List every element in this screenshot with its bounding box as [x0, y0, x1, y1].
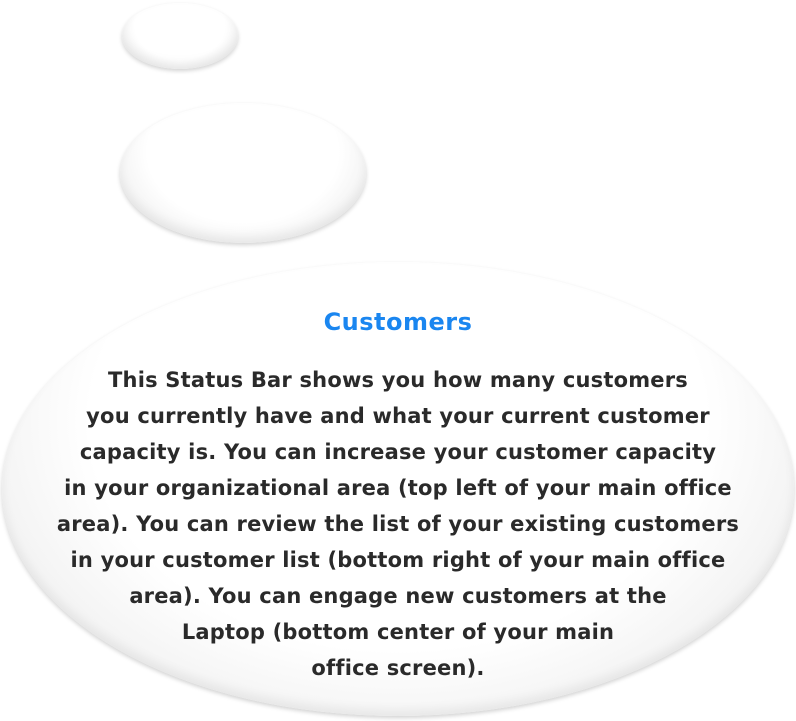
tooltip-line: you currently have and what your current… [86, 404, 710, 428]
tooltip-description: This Status Bar shows you how many custo… [40, 362, 756, 686]
tooltip-line: in your organizational area (top left of… [64, 476, 732, 500]
tooltip-line: capacity is. You can increase your custo… [79, 440, 717, 464]
tooltip-line: area). You can review the list of your e… [56, 512, 740, 536]
thought-bubble-medium [120, 103, 366, 243]
tooltip-title: Customers [323, 308, 473, 336]
tooltip-line: in your customer list (bottom right of y… [70, 548, 726, 572]
tooltip-line: Laptop (bottom center of your main [181, 620, 615, 644]
thought-bubble-small [122, 3, 238, 69]
tooltip-line: area). You can engage new customers at t… [129, 584, 667, 608]
tooltip-line: This Status Bar shows you how many custo… [108, 368, 688, 392]
tooltip-line: office screen). [311, 656, 485, 680]
